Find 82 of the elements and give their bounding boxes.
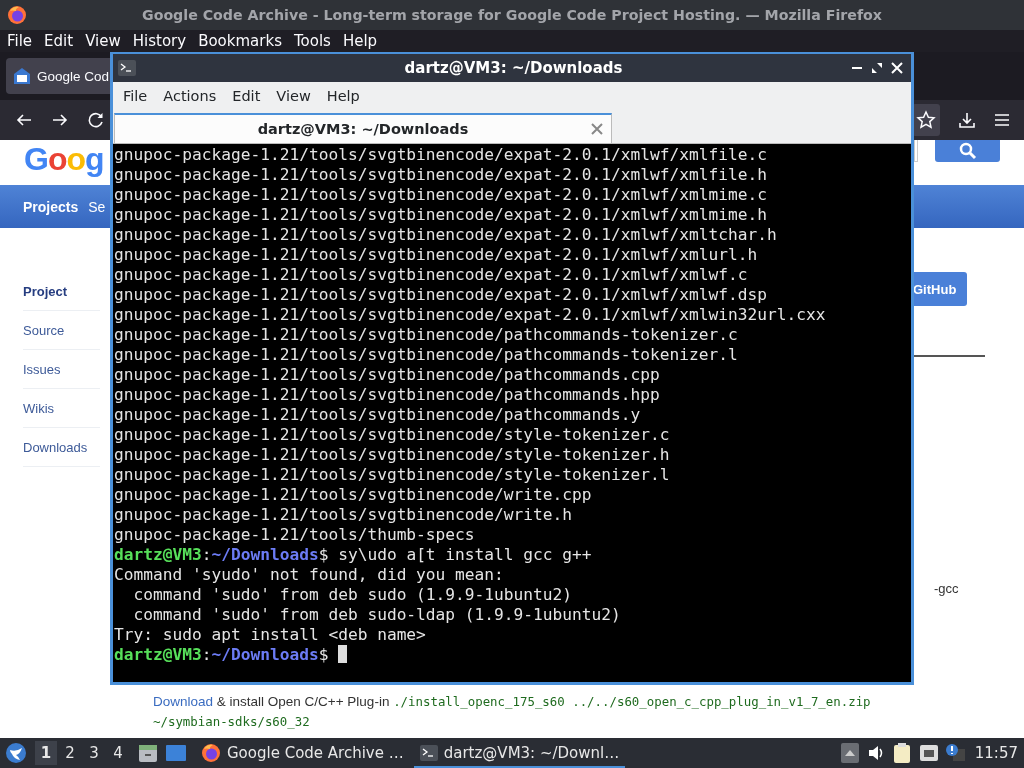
menu-item[interactable]: File xyxy=(2,32,38,50)
bookmark-button[interactable] xyxy=(912,104,940,136)
terminal-tab[interactable]: dartz@VM3: ~/Downloads xyxy=(114,113,612,143)
terminal-line: gnupoc-package-1.21/tools/svgtbinencode/write.h xyxy=(114,505,574,525)
nav-tab[interactable]: Se xyxy=(88,198,106,215)
window-title: dartz@VM3: ~/Downloads xyxy=(403,58,624,79)
sidebar-item[interactable]: Project xyxy=(23,272,100,311)
terminal-line: gnupoc-package-1.21/tools/svgtbinencode/expat-2.0.1/xmlwf/xmlmime.h xyxy=(114,205,768,225)
terminal-line: gnupoc-package-1.21/tools/svgtbinencode/pathcommands.cpp xyxy=(114,365,661,385)
github-button[interactable]: GitHub xyxy=(912,272,967,306)
reload-icon[interactable] xyxy=(87,111,105,129)
terminal-line: gnupoc-package-1.21/tools/svgtbinencode/pathcommands-tokenizer.c xyxy=(114,325,739,345)
menu-item[interactable]: Actions xyxy=(157,88,223,104)
terminal-line: gnupoc-package-1.21/tools/svgtbinencode/style-tokenizer.c xyxy=(114,425,671,445)
download-link[interactable]: Download xyxy=(153,694,214,709)
terminal-line: gnupoc-package-1.21/tools/svgtbinencode/expat-2.0.1/xmlwf/xmlwin32url.cxx xyxy=(114,305,827,325)
sidebar-item[interactable]: Downloads xyxy=(23,428,100,467)
instructions-text: Download & install Open C/C++ Plug-in ./install_openc_175_s60 ../../s60_open_c_cpp_plug_in_v1_7_en.zip ~/symbian-sdks/s60_32 xyxy=(152,693,871,731)
terminal-line: dartz@VM3:~/Downloads$ sy\udo a[t install gcc g++ xyxy=(114,545,593,565)
menu-item[interactable]: Bookmarks xyxy=(193,32,287,50)
start-icon[interactable] xyxy=(5,742,27,764)
menu-item[interactable]: History xyxy=(127,32,192,50)
terminal-line: gnupoc-package-1.21/tools/svgtbinencode/style-tokenizer.h xyxy=(114,445,671,465)
clock: 11:57 xyxy=(974,744,1018,762)
sidebar-item[interactable]: Source xyxy=(23,311,100,350)
terminal-line: gnupoc-package-1.21/tools/svgtbinencode/expat-2.0.1/xmlwf/xmlfile.h xyxy=(114,165,768,185)
menu-item[interactable]: Help xyxy=(337,32,383,50)
home-icon xyxy=(13,67,31,85)
terminal-line: command 'sudo' from deb sudo-ldap (1.9.9-1ubuntu2) xyxy=(132,605,622,625)
menu-item[interactable]: Help xyxy=(320,88,366,104)
terminal-line: gnupoc-package-1.21/tools/svgtbinencode/style-tokenizer.l xyxy=(114,465,671,485)
terminal-line: dartz@VM3:~/Downloads$ xyxy=(114,645,911,665)
terminal-line: gnupoc-package-1.21/tools/svgtbinencode/expat-2.0.1/xmlwf/xmlwf.dsp xyxy=(114,285,768,305)
terminal-icon xyxy=(118,60,136,76)
download-icon[interactable] xyxy=(958,111,976,129)
volume-icon[interactable] xyxy=(866,745,885,761)
taskbar-task[interactable]: dartz@VM3: ~/Downl… xyxy=(413,738,626,768)
terminal-line: command 'sudo' from deb sudo (1.9.9-1ubuntu2) xyxy=(132,585,574,605)
workspace-button[interactable]: 4 xyxy=(107,741,129,765)
menu-item[interactable]: Edit xyxy=(39,32,79,50)
search-icon xyxy=(958,142,977,160)
star-icon[interactable] xyxy=(916,110,936,130)
terminal-line: gnupoc-package-1.21/tools/svgtbinencode/pathcommands-tokenizer.l xyxy=(114,345,739,365)
nav-tab[interactable]: Projects xyxy=(23,198,79,215)
workspace-button[interactable]: 2 xyxy=(59,741,81,765)
workspace-button[interactable]: 3 xyxy=(83,741,105,765)
terminal-line: gnupoc-package-1.21/tools/svgtbinencode/write.cpp xyxy=(114,485,593,505)
menu-item[interactable]: File xyxy=(117,88,154,104)
logo: Goog xyxy=(24,142,104,178)
firefox-icon xyxy=(7,5,27,25)
terminal-line: Command 'syudo' not found, did you mean: xyxy=(114,565,505,585)
notification-icon[interactable] xyxy=(944,743,965,763)
terminal-line: gnupoc-package-1.21/tools/svgtbinencode/expat-2.0.1/xmlwf/xmlfile.c xyxy=(114,145,768,165)
file-cabinet-icon[interactable] xyxy=(137,743,159,763)
menu-item[interactable]: View xyxy=(80,32,126,50)
terminal-icon xyxy=(419,745,438,761)
terminal-line: Try: sudo apt install <deb name> xyxy=(114,625,427,645)
sidebar-item[interactable]: Issues xyxy=(23,350,100,389)
terminal-line: gnupoc-package-1.21/tools/svgtbinencode/expat-2.0.1/xmlwf/xmlurl.h xyxy=(114,245,759,265)
taskbar-task[interactable]: Google Code Archive … xyxy=(195,738,410,768)
browser-tab[interactable]: Google Cod xyxy=(6,58,110,94)
menu-item[interactable]: View xyxy=(270,88,317,104)
workspace-button[interactable]: 1 xyxy=(35,741,57,765)
terminal-line: gnupoc-package-1.21/tools/svgtbinencode/expat-2.0.1/xmlwf/xmlmime.c xyxy=(114,185,768,205)
terminal-line: gnupoc-package-1.21/tools/svgtbinencode/pathcommands.hpp xyxy=(114,385,661,405)
terminal-line: gnupoc-package-1.21/tools/svgtbinencode/pathcommands.y xyxy=(114,405,642,425)
terminal-line: gnupoc-package-1.21/tools/svgtbinencode/expat-2.0.1/xmlwf/xmlwf.c xyxy=(114,265,749,285)
terminal-line: gnupoc-package-1.21/tools/svgtbinencode/expat-2.0.1/xmlwf/xmltchar.h xyxy=(114,225,778,245)
search-button[interactable] xyxy=(935,140,1000,162)
terminal-line: gnupoc-package-1.21/tools/thumb-specs xyxy=(114,525,476,545)
arrow-up-icon[interactable] xyxy=(840,743,859,763)
clipboard-icon[interactable] xyxy=(892,742,911,764)
code-fragment: -gcc xyxy=(934,581,960,596)
desktop-icon[interactable] xyxy=(165,744,187,762)
sidebar-item[interactable]: Wikis xyxy=(23,389,100,428)
menu-item[interactable]: Edit xyxy=(226,88,267,104)
window-title: Google Code Archive - Long-term storage for Google Code Project Hosting. — Mozilla Firefox xyxy=(141,6,883,25)
firefox-icon xyxy=(201,743,221,763)
menu-icon[interactable] xyxy=(994,113,1010,127)
maximize-icon[interactable] xyxy=(871,62,883,74)
menu-item[interactable]: Tools xyxy=(288,32,336,50)
network-icon[interactable] xyxy=(918,744,939,762)
